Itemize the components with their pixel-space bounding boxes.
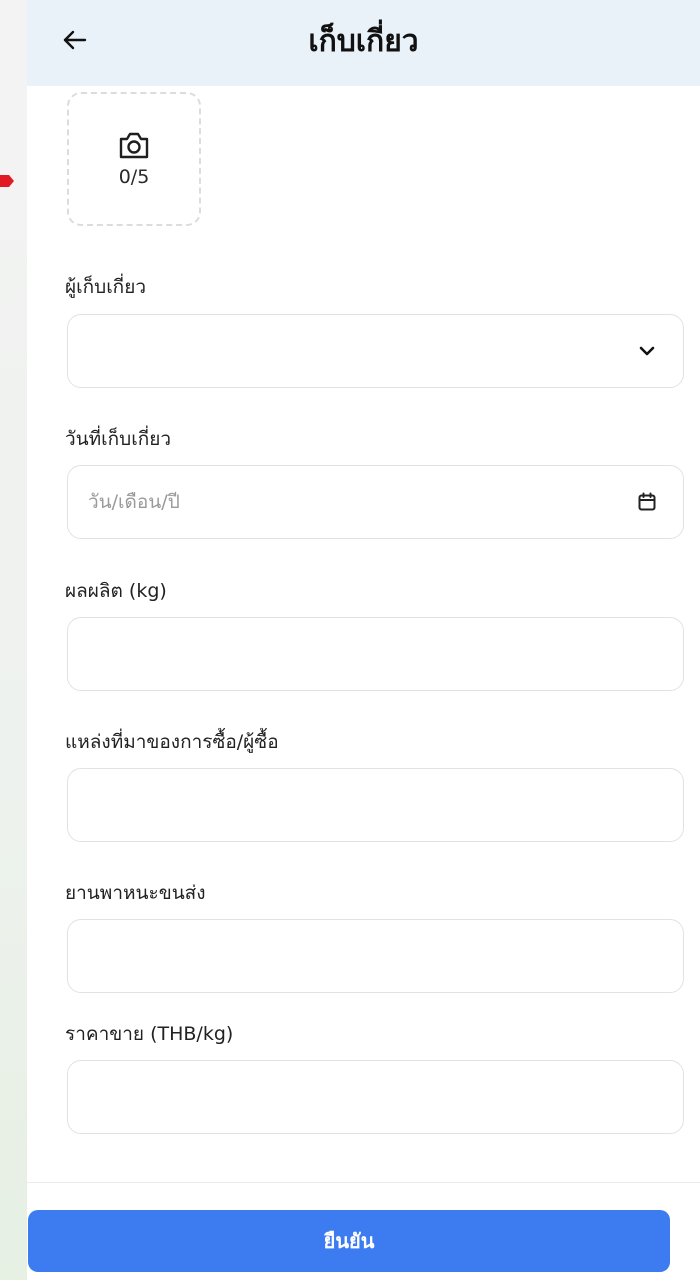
harvester-select[interactable]	[67, 314, 684, 388]
yield-label: ผลผลิต (kg)	[65, 580, 167, 602]
harvest-date-input[interactable]	[68, 466, 683, 538]
photo-count: 0/5	[118, 166, 150, 188]
sale-price-label: ราคาขาย (THB/kg)	[65, 1023, 234, 1045]
buyer-source-field[interactable]	[67, 768, 684, 842]
sale-price-input[interactable]	[68, 1061, 683, 1133]
sale-price-field[interactable]	[67, 1060, 684, 1134]
app-screen: เก็บเกี่ยว 0/5 ผู้เก็บเกี่ยว วันที่เก็บเ…	[27, 0, 700, 1280]
photo-upload-button[interactable]: 0/5	[67, 92, 201, 226]
vehicle-field[interactable]	[67, 919, 684, 993]
chevron-down-icon	[637, 341, 657, 361]
annotation-arrow-icon	[0, 175, 14, 187]
calendar-icon[interactable]	[637, 492, 657, 512]
buyer-source-label: แหล่งที่มาของการซื้อ/ผู้ซื้อ	[65, 731, 279, 753]
vehicle-input[interactable]	[68, 920, 683, 992]
yield-input[interactable]	[68, 618, 683, 690]
camera-icon	[119, 132, 149, 159]
harvester-label: ผู้เก็บเกี่ยว	[65, 276, 146, 298]
page-title: เก็บเกี่ยว	[308, 24, 419, 59]
confirm-button[interactable]: ยืนยัน	[28, 1210, 670, 1272]
vehicle-label: ยานพาหนะขนส่ง	[65, 882, 206, 904]
harvest-date-field[interactable]	[67, 465, 684, 539]
harvest-date-label: วันที่เก็บเกี่ยว	[65, 428, 172, 450]
buyer-source-input[interactable]	[68, 769, 683, 841]
outer-background	[0, 0, 27, 1280]
app-bar: เก็บเกี่ยว	[27, 0, 700, 86]
yield-field[interactable]	[67, 617, 684, 691]
